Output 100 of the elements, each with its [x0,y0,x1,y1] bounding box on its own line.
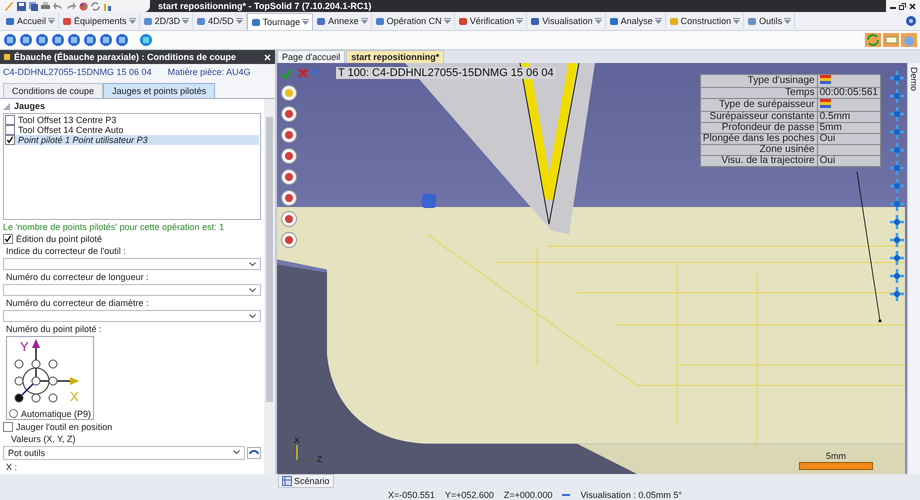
close-icon[interactable] [909,2,916,10]
field-label: X : [5,462,18,472]
axis-label: X [294,436,300,445]
info-value: 5mm [817,122,880,134]
ribbon-tab[interactable]: Annexe [313,13,372,29]
radio-button[interactable] [8,409,18,418]
operation-icon[interactable] [281,232,297,248]
undo-icon[interactable] [53,2,63,10]
dropdown-field[interactable] [3,284,261,296]
tab-icon [250,16,261,26]
chevron-icon [249,314,256,318]
scrollbar-thumb[interactable] [266,117,273,402]
tab-icon [196,16,206,26]
ribbon-tab[interactable]: Tournage [246,12,314,30]
field-label: Indice du correcteur de l'outil : [5,246,127,256]
axis-label: Z [317,455,322,464]
info-value: Oui [817,156,880,166]
scale-label: 5mm [826,451,846,461]
redo-icon[interactable] [66,2,76,10]
document-tab[interactable]: Page d'accueil [277,50,346,63]
operation-icon[interactable] [281,127,297,143]
checkbox[interactable] [3,234,13,244]
tab-icon [530,16,540,26]
machining-type-icon [820,75,831,84]
operation-icon[interactable] [281,169,297,185]
view-icon[interactable] [889,287,905,301]
palette-icon[interactable] [79,2,88,10]
axis-arrow [296,445,315,461]
tab-icon [374,16,385,26]
view-icon[interactable] [889,215,905,229]
tag-icon[interactable] [883,33,899,47]
group-title: Valeurs (X, Y, Z) [10,434,77,444]
checkbox[interactable] [5,135,15,145]
view-icon[interactable] [889,197,905,211]
chart-icon[interactable] [103,2,112,10]
point-selector[interactable]: Y X Automatique (P9) [6,336,94,420]
view-icon[interactable] [889,233,905,247]
gauge-item[interactable]: Tool Offset 13 Centre P3 [5,115,259,125]
display-setting: Visualisation : 0.05mm 5° [580,490,682,500]
save-icon[interactable] [17,2,26,10]
view-icon[interactable] [889,269,905,283]
ribbon-tab[interactable]: Outils [744,13,796,29]
caret-icon [733,18,740,24]
window-title: start repositionning* - TopSolid 7 (7.10.204.1-RC1) [157,0,372,12]
restore-icon[interactable] [899,2,906,10]
info-label: Type de surépaisseur [700,98,818,112]
gauge-item[interactable]: Tool Offset 14 Centre Auto [5,125,259,135]
info-label: Temps [700,88,818,98]
info-label: Plongée dans les poches [700,134,818,144]
point-grid-drawing[interactable] [14,359,58,402]
ribbon-tab[interactable]: Visualisation [527,13,606,29]
caret-icon [236,18,243,24]
chevron-icon [249,262,256,267]
document-tab[interactable]: start repositionning* [346,50,444,63]
checkbox[interactable] [5,115,15,125]
operation-icon[interactable] [281,211,297,227]
ribbon-tab[interactable]: Équipements [59,13,140,29]
view-icon[interactable] [889,251,905,265]
caret-icon [516,18,524,24]
operation-icon[interactable] [281,148,297,164]
tab-icon [608,16,619,26]
check-icon[interactable] [281,68,293,78]
info-value: Oui [817,134,880,144]
caret-icon [128,18,136,24]
ribbon-tab[interactable]: Accueil [2,13,60,29]
ribbon-tab[interactable]: Analyse [606,13,666,29]
help-icon[interactable] [906,16,916,26]
panel-tab[interactable]: Jauges et points pilotés [103,83,216,98]
checkbox[interactable] [3,422,13,432]
info-message: Le 'nombre de points pilotés' pour cette opération est: 1 [3,222,226,232]
ribbon-tab[interactable]: Vérification [454,13,528,29]
ribbon-tab[interactable]: 2D/3D [140,13,194,29]
material-label: Matière pièce: AU4G [168,67,251,77]
ribbon-tab[interactable]: Construction [666,13,744,29]
info-label: Zone usinée [700,144,818,156]
tab-icon [5,16,15,26]
source-dropdown[interactable]: Pot outils [3,446,245,460]
x-coordinate: X=-050.551 [388,490,435,500]
printer-icon[interactable] [41,2,50,10]
field-label: Numéro du point piloté : [5,324,103,334]
info-label: Surépaisseur constante [700,112,818,122]
operation-icon[interactable] [281,190,297,206]
caret-icon [654,18,662,24]
ribbon-tab[interactable]: Opération CN [372,13,455,29]
refresh-icon[interactable] [91,2,100,10]
checkbox-label: Jauger l'outil en position [16,422,112,432]
dropdown-field[interactable] [3,258,261,270]
ribbon-tab[interactable]: 4D/5D [193,13,247,29]
operation-icon[interactable] [281,85,297,101]
scenario-tab[interactable]: Scénario [278,474,334,488]
tab-icon [316,16,326,26]
operation-icon[interactable] [281,106,297,122]
machining-type-icon [820,99,831,108]
collapse-icon[interactable] [3,102,10,110]
checkbox-label: Édition du point piloté [16,234,102,244]
dropdown-field[interactable] [3,310,261,322]
gauge-item[interactable]: Point piloté 1 Point utilisateur P3 [5,135,259,145]
panel-tab[interactable]: Conditions de coupe [3,83,104,98]
checkbox[interactable] [5,125,15,135]
documents-icon[interactable] [29,2,38,10]
